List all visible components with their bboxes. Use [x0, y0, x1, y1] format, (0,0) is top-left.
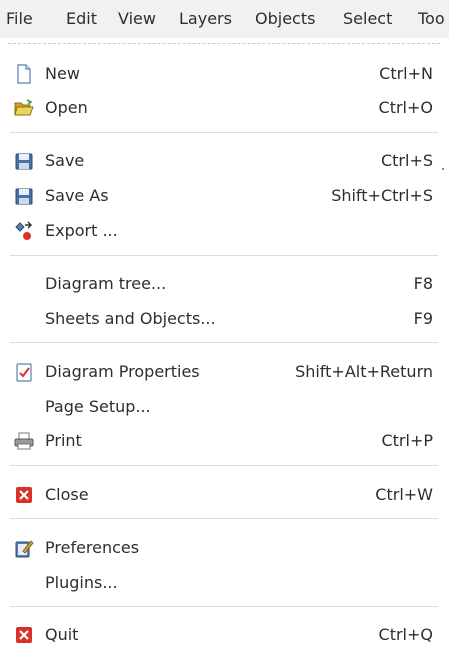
menu-item-label: Close — [45, 485, 89, 504]
menu-item-label: Open — [45, 98, 88, 117]
menu-item-save[interactable]: Save Ctrl+S — [0, 146, 449, 176]
menu-separator — [10, 606, 438, 607]
export-icon — [14, 221, 34, 241]
shortcut-label: F9 — [413, 309, 433, 328]
menu-item-label: Diagram tree... — [45, 274, 167, 293]
menu-item-label: Sheets and Objects... — [45, 309, 216, 328]
menu-item-label: Diagram Properties — [45, 362, 200, 381]
open-folder-icon — [14, 98, 34, 118]
shortcut-label: Ctrl+W — [375, 485, 433, 504]
menu-item-sheets-and-objects[interactable]: Sheets and Objects... F9 — [0, 304, 449, 334]
menu-item-label: Quit — [45, 625, 79, 644]
shortcut-label: Shift+Alt+Return — [295, 362, 433, 381]
printer-icon — [14, 431, 34, 451]
menu-item-label: Save As — [45, 186, 109, 205]
shortcut-label: Ctrl+O — [378, 98, 433, 117]
floppy-disk-icon — [14, 151, 34, 171]
menu-item-page-setup[interactable]: Page Setup... — [0, 392, 449, 422]
menu-item-label: Preferences — [45, 538, 140, 557]
shortcut-label: Shift+Ctrl+S — [331, 186, 433, 205]
menu-item-diagram-tree[interactable]: Diagram tree... F8 — [0, 269, 449, 299]
menu-separator — [10, 342, 438, 343]
quit-icon — [14, 625, 34, 645]
preferences-icon — [14, 538, 34, 558]
menu-item-print[interactable]: Print Ctrl+P — [0, 426, 449, 456]
properties-checkbox-icon — [14, 362, 34, 382]
shortcut-label: Ctrl+Q — [378, 625, 433, 644]
shortcut-label: Ctrl+S — [380, 151, 433, 170]
menu-separator — [10, 518, 438, 519]
menu-item-label: Page Setup... — [45, 397, 151, 416]
floppy-disk-icon — [14, 186, 34, 206]
menu-item-label: New — [45, 64, 80, 83]
shortcut-label: Ctrl+N — [379, 64, 433, 83]
menu-item-plugins[interactable]: Plugins... — [0, 568, 449, 598]
menu-item-label: Export ... — [45, 221, 118, 240]
menu-item-close[interactable]: Close Ctrl+W — [0, 480, 449, 510]
menu-border-mark — [442, 168, 444, 170]
menu-item-open[interactable]: Open Ctrl+O — [0, 93, 449, 123]
file-menu: New Ctrl+N Open Ctrl+O Save Ctrl+S Save … — [0, 0, 449, 646]
menu-item-label: Plugins... — [45, 573, 118, 592]
menu-separator — [10, 465, 438, 466]
menu-item-preferences[interactable]: Preferences — [0, 533, 449, 563]
menu-separator — [10, 255, 438, 256]
menu-item-new[interactable]: New Ctrl+N — [0, 59, 449, 89]
menu-item-label: Save — [45, 151, 85, 170]
shortcut-label: Ctrl+P — [381, 431, 433, 450]
menu-item-export[interactable]: Export ... — [0, 216, 449, 246]
menu-item-save-as[interactable]: Save As Shift+Ctrl+S — [0, 181, 449, 211]
shortcut-label: F8 — [413, 274, 433, 293]
menu-separator — [10, 132, 438, 133]
new-document-icon — [14, 64, 34, 84]
menu-item-diagram-properties[interactable]: Diagram Properties Shift+Alt+Return — [0, 357, 449, 387]
close-icon — [14, 485, 34, 505]
menu-item-label: Print — [45, 431, 82, 450]
